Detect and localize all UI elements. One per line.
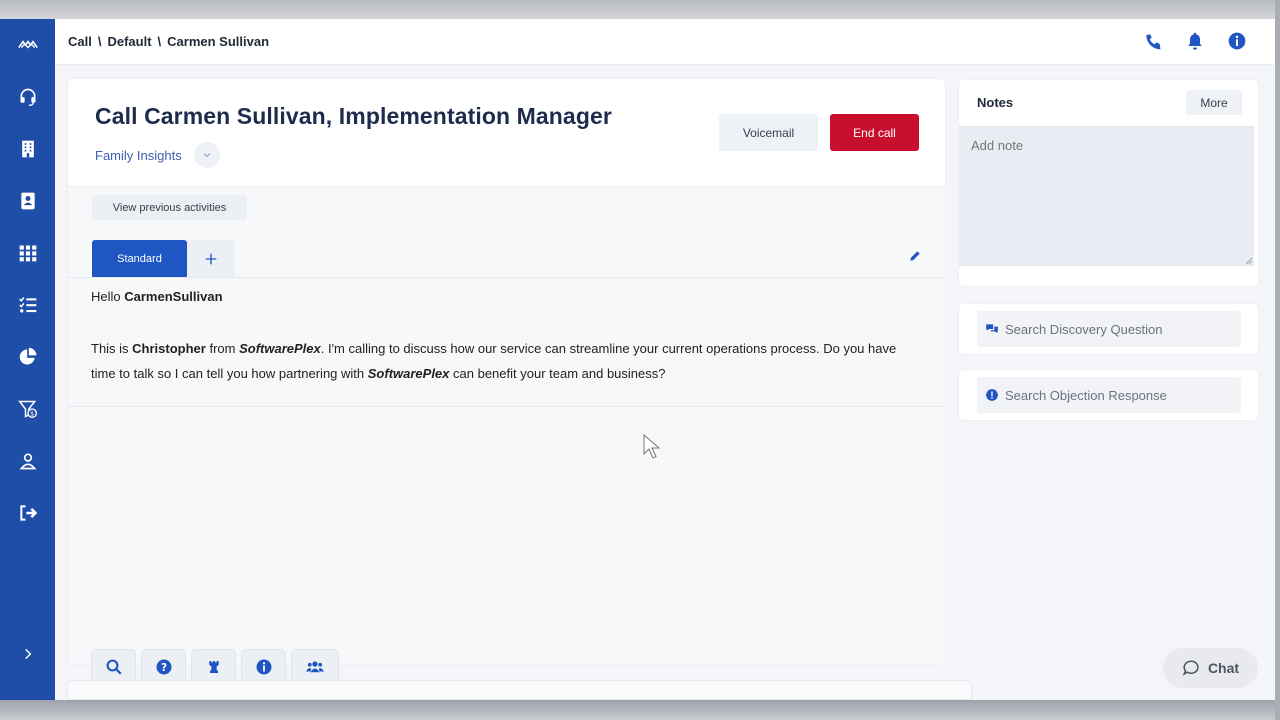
- breadcrumb-separator: \: [157, 34, 162, 49]
- company-link[interactable]: Family Insights: [95, 148, 182, 163]
- team-tab[interactable]: [291, 649, 339, 683]
- breadcrumb: Call \ Default \ Carmen Sullivan: [68, 34, 269, 49]
- breadcrumb-separator: \: [97, 34, 102, 49]
- chat-bubble-icon: [1182, 660, 1199, 676]
- top-actions: [1143, 31, 1247, 51]
- logo-icon[interactable]: [0, 25, 55, 65]
- objection-search-input[interactable]: Search Objection Response: [977, 377, 1241, 413]
- comments-icon: [986, 324, 998, 334]
- chat-button[interactable]: Chat: [1163, 648, 1258, 688]
- breadcrumb-contact: Carmen Sullivan: [167, 34, 270, 49]
- call-header: Call Carmen Sullivan, Implementation Man…: [68, 79, 945, 187]
- pitch-text: This is: [91, 341, 133, 356]
- funnel-icon[interactable]: $: [0, 389, 55, 429]
- objection-search-panel: Search Objection Response: [958, 369, 1259, 421]
- exclamation-circle-icon: [986, 389, 998, 401]
- logout-icon[interactable]: [0, 493, 55, 533]
- headset-icon[interactable]: [0, 77, 55, 117]
- script-greeting: Hello CarmenSullivan: [91, 284, 911, 309]
- brand-name: SoftwarePlex: [239, 341, 321, 356]
- user-icon[interactable]: [0, 441, 55, 481]
- pitch-text: can benefit your team and business?: [449, 366, 666, 381]
- phone-icon[interactable]: [1143, 31, 1163, 51]
- info-icon: [256, 659, 271, 674]
- end-call-button[interactable]: End call: [830, 114, 919, 151]
- voicemail-button[interactable]: Voicemail: [719, 114, 818, 151]
- brand-name: SoftwarePlex: [367, 366, 450, 381]
- caller-name: Christopher: [132, 341, 206, 356]
- note-input[interactable]: [959, 126, 1254, 266]
- greeting-name: CarmenSullivan: [124, 289, 223, 304]
- company-row: Family Insights: [95, 142, 220, 168]
- search-tab[interactable]: [91, 649, 136, 683]
- app-content: Call \ Default \ Carmen Sullivan Call Ca…: [55, 19, 1275, 700]
- breadcrumb-default[interactable]: Default: [107, 34, 151, 49]
- plus-icon: [205, 253, 217, 264]
- script-pitch: This is Christopher from SoftwarePlex. I…: [91, 336, 911, 386]
- pitch-text: from: [205, 341, 240, 356]
- contacts-icon[interactable]: [0, 181, 55, 221]
- bottom-toolbar: ?: [91, 649, 339, 683]
- company-expand-toggle[interactable]: [193, 142, 220, 168]
- discovery-search-panel: Search Discovery Question: [958, 303, 1259, 355]
- add-tab-button[interactable]: [187, 240, 235, 277]
- sidebar: $: [0, 19, 55, 700]
- users-icon: [306, 660, 324, 672]
- notes-panel: Notes More: [958, 79, 1259, 287]
- notes-more-button[interactable]: More: [1186, 90, 1242, 115]
- mouse-cursor-icon: [643, 434, 661, 459]
- screen-frame-bottom: [0, 700, 1280, 720]
- question-tab[interactable]: ?: [141, 649, 186, 683]
- notes-title: Notes: [977, 95, 1014, 110]
- discovery-search-placeholder: Search Discovery Question: [1005, 321, 1163, 337]
- chess-rook-icon: [208, 660, 219, 673]
- chevron-down-icon: [203, 153, 211, 158]
- info-icon[interactable]: [1227, 31, 1247, 51]
- info-tab[interactable]: [241, 649, 286, 683]
- tasks-icon[interactable]: [0, 285, 55, 325]
- breadcrumb-call[interactable]: Call: [68, 34, 92, 49]
- screen-frame-right: [1275, 0, 1280, 720]
- tab-standard[interactable]: Standard: [92, 240, 187, 277]
- chevron-right-icon[interactable]: [0, 634, 55, 674]
- svg-text:$: $: [30, 412, 34, 418]
- call-panel: Call Carmen Sullivan, Implementation Man…: [68, 79, 945, 683]
- top-bar: Call \ Default \ Carmen Sullivan: [55, 19, 1275, 65]
- call-script: Hello CarmenSullivan This is Christopher…: [68, 277, 945, 407]
- discovery-search-input[interactable]: Search Discovery Question: [977, 311, 1241, 347]
- bottom-panel-edge: [67, 680, 972, 700]
- chat-label: Chat: [1207, 660, 1240, 676]
- resize-handle-icon[interactable]: [1245, 257, 1253, 265]
- grid-icon[interactable]: [0, 233, 55, 273]
- page-title: Call Carmen Sullivan, Implementation Man…: [95, 103, 612, 129]
- objection-search-placeholder: Search Objection Response: [1005, 387, 1167, 403]
- pencil-icon[interactable]: [908, 249, 922, 263]
- question-icon: ?: [156, 659, 171, 674]
- objection-tab[interactable]: [191, 649, 236, 683]
- screen-frame-top: [0, 0, 1280, 19]
- bell-icon[interactable]: [1185, 31, 1205, 51]
- pie-chart-icon[interactable]: [0, 337, 55, 377]
- building-icon[interactable]: [0, 129, 55, 169]
- svg-text:?: ?: [160, 661, 166, 673]
- greeting-prefix: Hello: [91, 289, 125, 304]
- view-previous-activities-button[interactable]: View previous activities: [92, 195, 247, 220]
- search-icon: [106, 659, 122, 675]
